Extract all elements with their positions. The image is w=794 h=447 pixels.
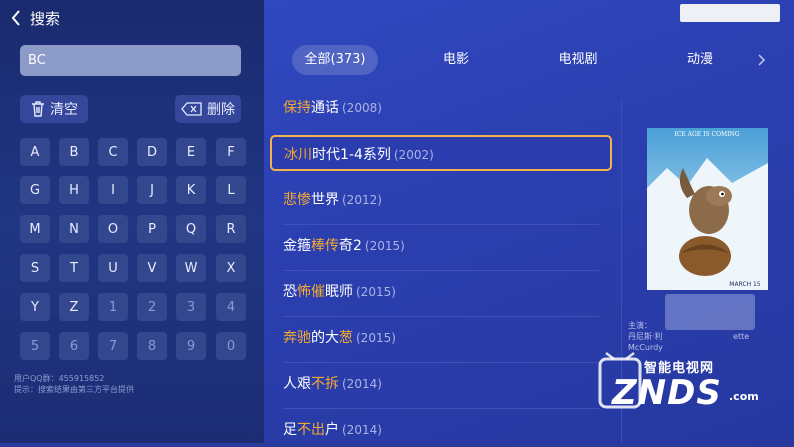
delete-button[interactable]: 删除	[175, 95, 241, 123]
key-v[interactable]: V	[137, 254, 167, 282]
key-c[interactable]: C	[98, 138, 128, 166]
qq-group-note: 用户QQ群：455915852	[14, 374, 105, 383]
result-year: (2015)	[356, 331, 396, 345]
poster-tagline: ICE AGE IS COMING	[674, 131, 739, 138]
key-9[interactable]: 9	[176, 332, 206, 360]
result-year: (2015)	[364, 239, 405, 253]
row-separator	[283, 408, 599, 409]
key-5[interactable]: 5	[20, 332, 50, 360]
key-n[interactable]: N	[59, 215, 89, 243]
chevron-right-icon[interactable]	[756, 50, 768, 70]
row-separator	[283, 224, 599, 225]
result-title: 人艰不拆 (2014)	[283, 376, 382, 392]
key-e[interactable]: E	[176, 138, 206, 166]
backspace-icon	[181, 102, 202, 116]
back-arrow-icon[interactable]	[10, 8, 24, 28]
result-item[interactable]: 足不出户 (2014)	[270, 411, 612, 447]
result-item[interactable]: 悲惨世界 (2012)	[270, 181, 612, 217]
key-b[interactable]: B	[59, 138, 89, 166]
result-item[interactable]: 奔驰的大葱 (2015)	[270, 319, 612, 355]
tab-tv-series[interactable]: 电视剧	[550, 45, 606, 75]
search-panel: 搜索 BC 清空 删除 ABCDEFGHIJKLMNOPQRSTUVWXYZ12…	[0, 0, 264, 443]
key-j[interactable]: J	[137, 176, 167, 204]
tab-movie[interactable]: 电影	[432, 45, 480, 75]
key-8[interactable]: 8	[137, 332, 167, 360]
key-4[interactable]: 4	[216, 293, 246, 321]
delete-label: 删除	[207, 102, 235, 118]
row-separator	[283, 270, 599, 271]
key-m[interactable]: M	[20, 215, 50, 243]
page-title: 搜索	[30, 9, 61, 28]
clear-label: 清空	[50, 102, 78, 118]
key-1[interactable]: 1	[98, 293, 128, 321]
result-item[interactable]: 恐怖催眠师 (2015)	[270, 273, 612, 309]
key-o[interactable]: O	[98, 215, 128, 243]
clear-button[interactable]: 清空	[20, 95, 88, 123]
result-year: (2002)	[393, 148, 434, 162]
result-title: 金箍棒传奇2 (2015)	[283, 238, 405, 254]
result-year: (2014)	[342, 423, 382, 437]
key-q[interactable]: Q	[176, 215, 206, 243]
blurred-header-area	[680, 4, 780, 22]
result-year: (2014)	[342, 377, 382, 391]
tab-anime[interactable]: 动漫	[676, 45, 724, 75]
poster-date: MARCH 15	[729, 281, 761, 288]
key-a[interactable]: A	[20, 138, 50, 166]
movie-poster[interactable]: ICE AGE IS COMING MARCH 15	[647, 128, 768, 290]
result-item[interactable]: 金箍棒传奇2 (2015)	[270, 227, 612, 263]
key-i[interactable]: I	[98, 176, 128, 204]
key-0[interactable]: 0	[216, 332, 246, 360]
row-separator	[283, 316, 599, 317]
key-u[interactable]: U	[98, 254, 128, 282]
result-title: 足不出户 (2014)	[283, 422, 382, 438]
result-title: 奔驰的大葱 (2015)	[283, 330, 396, 346]
result-title: 冰川时代1-4系列 (2002)	[284, 147, 434, 163]
result-year: (2008)	[342, 101, 382, 115]
result-title: 保持通话 (2008)	[283, 100, 382, 116]
tab-all[interactable]: 全部(373)	[292, 45, 378, 75]
row-separator	[283, 362, 599, 363]
watermark-logo: ZNDS	[612, 373, 722, 413]
watermark-domain: .com	[729, 390, 759, 403]
key-d[interactable]: D	[137, 138, 167, 166]
result-item[interactable]: 人艰不拆 (2014)	[270, 365, 612, 401]
key-k[interactable]: K	[176, 176, 206, 204]
result-item[interactable]: 冰川时代1-4系列 (2002)	[270, 135, 612, 171]
key-f[interactable]: F	[216, 138, 246, 166]
source-hint-note: 提示：搜索结果由第三方平台提供	[14, 385, 134, 394]
key-h[interactable]: H	[59, 176, 89, 204]
key-g[interactable]: G	[20, 176, 50, 204]
search-header: 搜索	[10, 8, 60, 28]
key-3[interactable]: 3	[176, 293, 206, 321]
result-year: (2015)	[356, 285, 396, 299]
key-p[interactable]: P	[137, 215, 167, 243]
key-6[interactable]: 6	[59, 332, 89, 360]
key-l[interactable]: L	[216, 176, 246, 204]
key-t[interactable]: T	[59, 254, 89, 282]
result-title: 恐怖催眠师 (2015)	[283, 284, 396, 300]
key-y[interactable]: Y	[20, 293, 50, 321]
result-item[interactable]: 保持通话 (2008)	[270, 89, 612, 125]
key-z[interactable]: Z	[59, 293, 89, 321]
search-input[interactable]: BC	[20, 45, 241, 76]
result-year: (2012)	[342, 193, 382, 207]
result-title: 悲惨世界 (2012)	[283, 192, 382, 208]
key-2[interactable]: 2	[137, 293, 167, 321]
key-s[interactable]: S	[20, 254, 50, 282]
key-7[interactable]: 7	[98, 332, 128, 360]
key-x[interactable]: X	[216, 254, 246, 282]
key-r[interactable]: R	[216, 215, 246, 243]
trash-icon	[32, 101, 44, 117]
key-w[interactable]: W	[176, 254, 206, 282]
